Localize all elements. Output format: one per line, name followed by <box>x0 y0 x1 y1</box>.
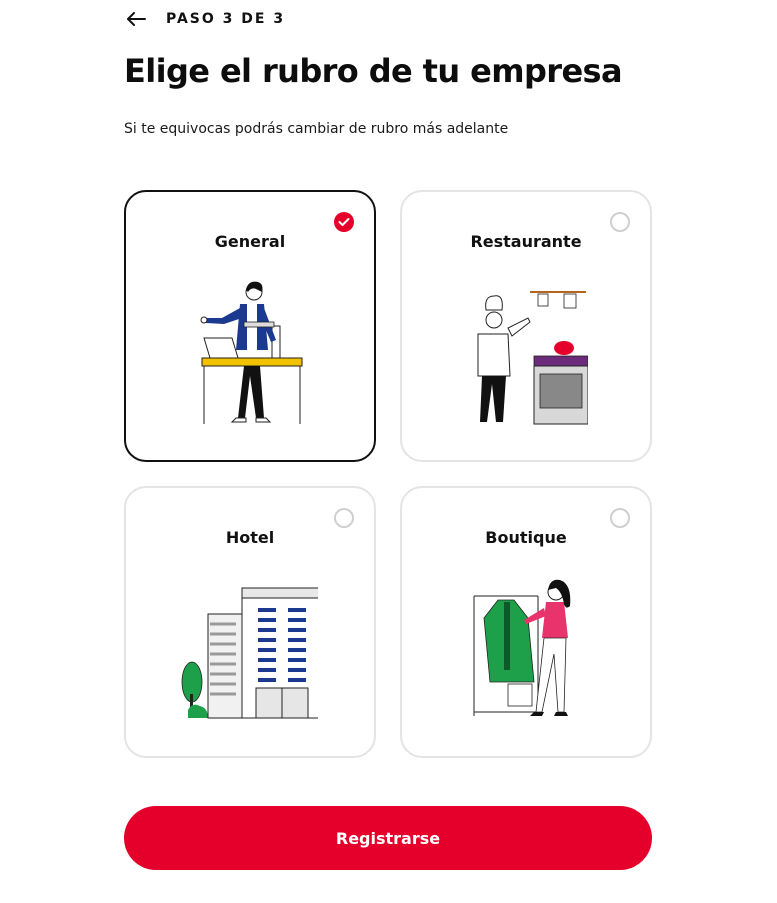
radio-unchecked[interactable] <box>334 508 354 528</box>
step-indicator: PASO 3 DE 3 <box>166 11 286 27</box>
back-button[interactable] <box>124 8 148 30</box>
option-label: Restaurante <box>470 232 582 251</box>
option-card-boutique[interactable]: Boutique <box>400 486 652 758</box>
woman-at-clothes-rack-illustration <box>473 579 571 716</box>
radio-unchecked[interactable] <box>610 212 630 232</box>
businessman-at-desk-illustration <box>200 281 303 424</box>
option-card-hotel[interactable]: Hotel <box>124 486 376 758</box>
check-icon <box>338 218 350 226</box>
top-bar: PASO 3 DE 3 <box>124 8 285 30</box>
option-label: General <box>214 232 286 251</box>
option-label: Boutique <box>485 528 567 547</box>
option-label: Hotel <box>225 528 275 547</box>
register-button[interactable]: Registrarse <box>124 806 652 870</box>
page-title: Elige el rubro de tu empresa <box>124 52 623 90</box>
page-subtitle: Si te equivocas podrás cambiar de rubro … <box>124 121 509 137</box>
chef-at-stove-illustration <box>477 291 588 425</box>
option-card-general[interactable]: General <box>124 190 376 462</box>
hotel-building-illustration <box>181 587 318 719</box>
arrow-left-icon <box>127 12 146 26</box>
radio-checked[interactable] <box>334 212 354 232</box>
radio-unchecked[interactable] <box>610 508 630 528</box>
option-card-restaurante[interactable]: Restaurante <box>400 190 652 462</box>
